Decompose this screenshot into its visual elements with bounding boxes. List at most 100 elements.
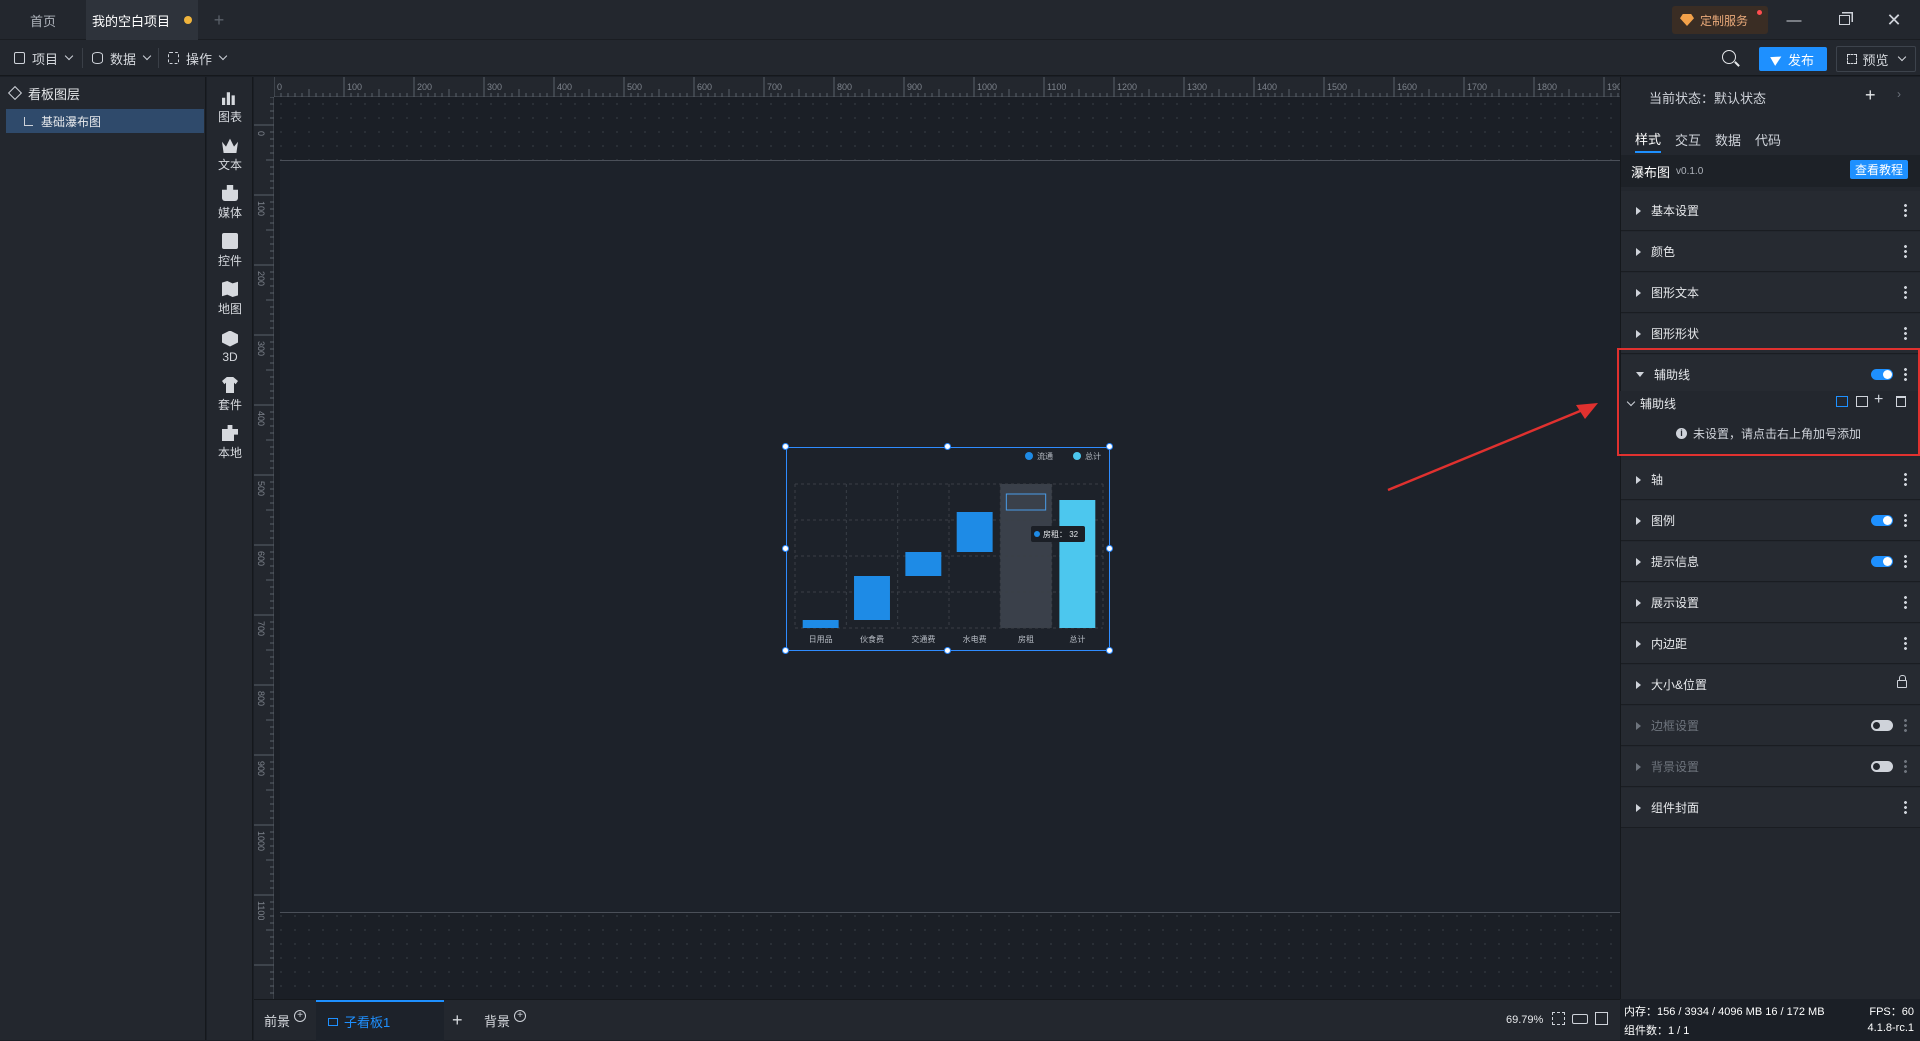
section-13[interactable]: 组件封面: [1621, 788, 1920, 828]
preview-button[interactable]: 预览: [1836, 46, 1916, 72]
more-vertical-icon[interactable]: [1904, 554, 1907, 568]
component-text[interactable]: 文本: [207, 131, 253, 179]
section-12[interactable]: 背景设置: [1621, 747, 1920, 787]
lock-icon[interactable]: [1897, 675, 1907, 688]
tab-style[interactable]: 样式: [1635, 125, 1662, 153]
bar-chart-icon: [222, 92, 235, 105]
more-vertical-icon[interactable]: [1904, 800, 1907, 814]
section-0[interactable]: 基本设置: [1621, 191, 1920, 231]
puzzle-icon: [222, 425, 238, 441]
map-icon: [222, 281, 238, 297]
section-7[interactable]: 提示信息: [1621, 542, 1920, 582]
more-vertical-icon[interactable]: [1904, 326, 1907, 340]
add-circle-icon[interactable]: +: [294, 1009, 307, 1022]
section-1[interactable]: 颜色: [1621, 232, 1920, 272]
more-vertical-icon[interactable]: [1904, 285, 1907, 299]
resize-handle[interactable]: [1106, 647, 1113, 654]
divider: [82, 48, 83, 68]
tab-background[interactable]: 背景 +: [484, 1000, 527, 1041]
section-6[interactable]: 图例: [1621, 501, 1920, 541]
chevron-right-icon[interactable]: ›: [1897, 87, 1901, 101]
section-5[interactable]: 轴: [1621, 460, 1920, 500]
component-3d[interactable]: 3D: [207, 323, 253, 371]
component-control[interactable]: 控件: [207, 227, 253, 275]
more-vertical-icon[interactable]: [1904, 472, 1907, 486]
tutorial-button[interactable]: 查看教程: [1850, 160, 1908, 179]
legend-label: 流通: [1037, 451, 1053, 461]
section-label: 背景设置: [1651, 760, 1700, 774]
toggle-switch[interactable]: [1871, 720, 1893, 731]
more-vertical-icon[interactable]: [1904, 636, 1907, 650]
bar: [956, 512, 993, 552]
section-10[interactable]: 大小&位置: [1621, 665, 1920, 705]
add-board-button[interactable]: +: [452, 1000, 463, 1041]
bar: [905, 552, 942, 576]
add-tab-button[interactable]: +: [204, 0, 234, 40]
section-2[interactable]: 图形文本: [1621, 273, 1920, 313]
tab-sub-board[interactable]: 子看板1: [316, 1000, 444, 1041]
tooltip-text: 房租： 32: [1043, 529, 1079, 539]
tab-code[interactable]: 代码: [1755, 125, 1781, 153]
more-vertical-icon[interactable]: [1904, 203, 1907, 217]
section-label: 大小&位置: [1651, 678, 1708, 692]
resize-handle[interactable]: [944, 647, 951, 654]
divider: [158, 48, 159, 68]
restore-icon[interactable]: [1820, 0, 1868, 40]
ruler-top[interactable]: 0 100 200 300 400 500 600 700 800 900 1000 1100 1200…: [274, 77, 1620, 97]
close-icon[interactable]: ✕: [1870, 0, 1918, 40]
component-media[interactable]: 媒体: [207, 179, 253, 227]
resize-handle[interactable]: [1106, 443, 1113, 450]
tab-foreground[interactable]: 前景 +: [264, 1000, 307, 1041]
caret-right-icon: [1636, 680, 1641, 689]
waterfall-chart-widget[interactable]: 日用品 伙食费 交通费 水电费 房租 总计 流通 总计 房租： 32: [782, 443, 1113, 654]
more-vertical-icon[interactable]: [1904, 595, 1907, 609]
menu-project[interactable]: 项目: [14, 40, 74, 76]
resize-handle[interactable]: [1106, 545, 1113, 552]
tab-interaction[interactable]: 交互: [1675, 125, 1701, 153]
more-vertical-icon[interactable]: [1904, 718, 1907, 732]
caret-right-icon: [1636, 247, 1641, 256]
custom-service-button[interactable]: 定制服务: [1672, 6, 1768, 34]
more-vertical-icon[interactable]: [1904, 759, 1907, 773]
component-version: v0.1.0: [1676, 165, 1704, 177]
more-vertical-icon[interactable]: [1904, 244, 1907, 258]
section-8[interactable]: 展示设置: [1621, 583, 1920, 623]
section-11[interactable]: 边框设置: [1621, 706, 1920, 746]
component-local[interactable]: 本地: [207, 419, 253, 467]
toggle-switch[interactable]: [1871, 515, 1893, 526]
ruler-ticks: [254, 97, 274, 994]
tab-data[interactable]: 数据: [1715, 125, 1741, 153]
menu-data[interactable]: 数据: [92, 40, 152, 76]
resize-handle[interactable]: [782, 545, 789, 552]
tab-home[interactable]: 首页: [0, 0, 86, 40]
tab-project[interactable]: 我的空白项目: [86, 0, 198, 40]
resize-handle[interactable]: [782, 647, 789, 654]
component-kit[interactable]: 套件: [207, 371, 253, 419]
minimize-icon[interactable]: —: [1770, 0, 1818, 40]
chevron-down-icon[interactable]: [1897, 52, 1906, 62]
keyboard-icon[interactable]: [1572, 1014, 1588, 1024]
publish-button[interactable]: 发布: [1759, 47, 1827, 71]
component-map[interactable]: 地图: [207, 275, 253, 323]
component-chart[interactable]: 图表: [207, 83, 253, 131]
layer-item[interactable]: 基础瀑布图: [6, 109, 204, 133]
toggle-switch[interactable]: [1871, 556, 1893, 567]
more-vertical-icon[interactable]: [1904, 513, 1907, 527]
ruler-left[interactable]: 0 100 200 300 400 500 600 700 800 900 1000 1100: [254, 97, 274, 999]
fit-screen-icon[interactable]: [1552, 1012, 1565, 1025]
section-label: 组件封面: [1651, 801, 1700, 815]
resize-handle[interactable]: [944, 443, 951, 450]
toggle-switch[interactable]: [1871, 761, 1893, 772]
waterfall-chart-icon: [24, 116, 33, 126]
tab-data-label: 数据: [1715, 132, 1742, 148]
add-state-icon[interactable]: +: [1865, 85, 1876, 106]
menu-operation[interactable]: 操作: [168, 40, 228, 76]
terminal-icon[interactable]: [1595, 1012, 1608, 1025]
resize-handle[interactable]: [782, 443, 789, 450]
section-9[interactable]: 内边距: [1621, 624, 1920, 664]
legend-label: 总计: [1085, 451, 1101, 461]
zoom-level[interactable]: 69.79%: [1506, 1014, 1543, 1026]
component-name: 瀑布图: [1631, 164, 1671, 180]
add-circle-icon[interactable]: +: [514, 1009, 527, 1022]
current-state[interactable]: 当前状态：默认状态: [1649, 77, 1766, 117]
